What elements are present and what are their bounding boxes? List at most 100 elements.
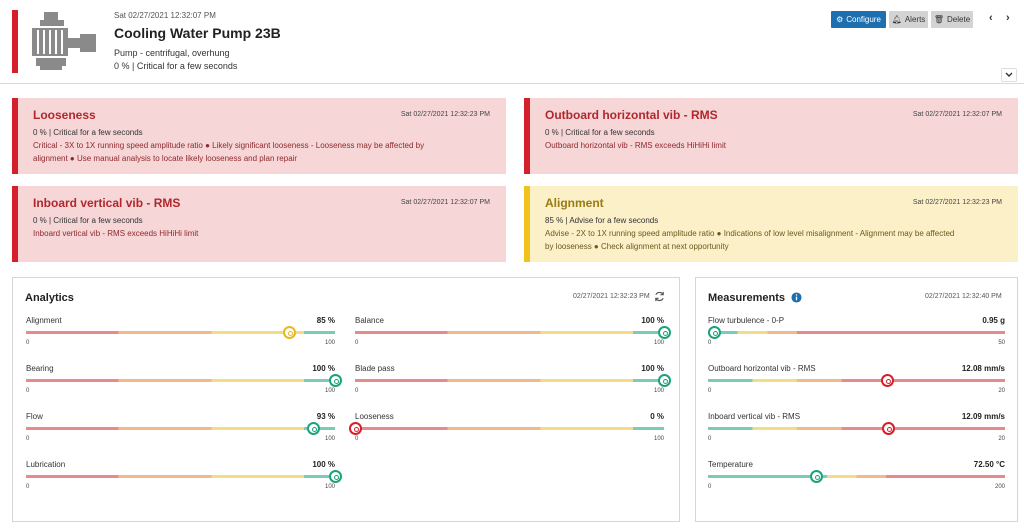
gauge-label: Blade pass xyxy=(355,364,395,373)
prev-asset-button[interactable]: ‹ xyxy=(989,12,993,24)
alert-detail: Advise - 2X to 1X running speed amplitud… xyxy=(545,229,955,238)
severity-bar xyxy=(12,10,18,73)
gauge-balance: Balance 100 % 0 100 xyxy=(355,316,671,352)
configure-label: Configure xyxy=(846,15,881,24)
gauge-max: 50 xyxy=(998,340,1005,346)
gauge-flow: Flow 93 % 0 100 xyxy=(26,412,335,448)
alert-detail: Inboard vertical vib - RMS exceeds HiHiH… xyxy=(33,229,199,238)
gauge-knob xyxy=(658,326,671,339)
gauge-min: 0 xyxy=(355,340,359,346)
gauge-label: Flow turbulence - 0-P xyxy=(708,316,785,325)
gauge-knob xyxy=(881,374,895,387)
configure-button[interactable]: ⚙ Configure xyxy=(831,11,886,28)
gauge-label: Temperature xyxy=(708,460,753,469)
gauge-knob xyxy=(809,470,823,483)
refresh-icon[interactable] xyxy=(654,291,665,302)
bell-icon: 🔔︎ xyxy=(891,15,902,24)
delete-label: Delete xyxy=(947,15,971,24)
alert-timestamp: Sat 02/27/2021 12:32:07 PM xyxy=(400,199,490,206)
alert-card-inboard-vib[interactable]: Inboard vertical vib - RMS Sat 02/27/202… xyxy=(12,186,506,262)
gauge-min: 0 xyxy=(26,484,30,490)
alert-status: 85 % | Advise for a few seconds xyxy=(545,216,659,225)
gauge-value: 100 % xyxy=(312,364,335,373)
alert-card-alignment[interactable]: Alignment Sat 02/27/2021 12:32:23 PM 85 … xyxy=(524,186,1018,262)
expand-header-button[interactable] xyxy=(1001,68,1017,82)
gauge-value: 72.50 °C xyxy=(973,460,1005,469)
gauge-max: 100 xyxy=(653,340,664,346)
gauge-label: Alignment xyxy=(26,316,62,325)
alert-timestamp: Sat 02/27/2021 12:32:07 PM xyxy=(912,111,1002,118)
gauge-label: Lubrication xyxy=(26,460,66,469)
gauge-track xyxy=(355,427,664,430)
alert-title: Inboard vertical vib - RMS xyxy=(33,196,181,210)
gauge-bearing: Bearing 100 % 0 100 xyxy=(26,364,342,400)
gauge-track xyxy=(355,379,664,382)
alert-title: Looseness xyxy=(33,108,96,122)
gauge-track xyxy=(708,475,1005,478)
gauge-max: 20 xyxy=(998,436,1005,442)
severity-stripe xyxy=(12,98,18,174)
delete-button[interactable]: 🗑︎ Delete xyxy=(931,11,973,28)
pump-icon xyxy=(32,12,96,70)
gauge-track xyxy=(26,379,335,382)
gauge-track xyxy=(26,427,335,430)
gauge-label: Bearing xyxy=(26,364,54,373)
alert-title: Outboard horizontal vib - RMS xyxy=(545,108,718,122)
gauge-temperature: Temperature 72.50 °C 0 200 xyxy=(708,460,1005,496)
gauge-value: 0.95 g xyxy=(982,316,1005,325)
gauge-track xyxy=(355,331,664,334)
gauge-max: 100 xyxy=(653,388,664,394)
gauge-min: 0 xyxy=(708,388,712,394)
gauge-track xyxy=(708,427,1005,430)
gauge-min: 0 xyxy=(708,436,712,442)
gauge-looseness: Looseness 0 % 0 100 xyxy=(349,412,664,448)
gauge-inboard-vertical-vib-rms: Inboard vertical vib - RMS 12.09 mm/s 0 20 xyxy=(708,412,1005,448)
severity-stripe xyxy=(524,186,530,262)
gauge-min: 0 xyxy=(708,340,712,346)
analytics-title: Analytics xyxy=(25,292,74,304)
asset-header: Sat 02/27/2021 12:32:07 PM Cooling Water… xyxy=(0,0,1024,84)
gauge-knob xyxy=(658,374,671,387)
alerts-button[interactable]: 🔔︎ Alerts xyxy=(889,11,928,28)
alert-detail: Critical - 3X to 1X running speed amplit… xyxy=(33,141,425,150)
measurements-timestamp: 02/27/2021 12:32:40 PM xyxy=(925,293,1002,300)
gauge-knob xyxy=(307,422,321,435)
gauge-min: 0 xyxy=(26,340,30,346)
gauge-label: Flow xyxy=(26,412,43,421)
gauge-knob xyxy=(349,422,362,435)
info-icon[interactable] xyxy=(791,292,802,303)
measurements-title: Measurements xyxy=(708,292,786,304)
gauge-value: 100 % xyxy=(641,364,664,373)
gauge-value: 100 % xyxy=(312,460,335,469)
gauge-blade-pass: Blade pass 100 % 0 100 xyxy=(355,364,671,400)
alerts-label: Alerts xyxy=(904,15,926,24)
gauge-knob xyxy=(707,326,721,339)
gauge-flow-turbulence-0-p: Flow turbulence - 0-P 0.95 g 0 50 xyxy=(707,316,1005,352)
gauge-knob xyxy=(329,470,342,483)
gauge-knob xyxy=(329,374,342,387)
next-asset-button[interactable]: › xyxy=(1006,12,1010,24)
gauge-min: 0 xyxy=(26,388,30,394)
gauge-min: 0 xyxy=(355,388,359,394)
alert-card-looseness[interactable]: Looseness Sat 02/27/2021 12:32:23 PM 0 %… xyxy=(12,98,506,174)
asset-status: 0 % | Critical for a few seconds xyxy=(114,61,238,71)
gauge-max: 100 xyxy=(324,388,335,394)
gauge-knob xyxy=(881,422,895,435)
gauge-track xyxy=(708,331,1005,334)
analytics-timestamp: 02/27/2021 12:32:23 PM xyxy=(573,293,650,300)
gauge-label: Outboard horizontal vib - RMS xyxy=(708,364,816,373)
gauge-alignment: Alignment 85 % 0 100 xyxy=(26,316,335,352)
gauge-track xyxy=(26,475,335,478)
gauge-lubrication: Lubrication 100 % 0 100 xyxy=(26,460,342,496)
alert-status: 0 % | Critical for a few seconds xyxy=(33,216,143,225)
gauge-value: 0 % xyxy=(650,412,664,421)
gear-icon: ⚙ xyxy=(836,15,844,24)
gauge-max: 100 xyxy=(324,436,335,442)
gauge-min: 0 xyxy=(26,436,30,442)
gauge-knob xyxy=(282,326,296,339)
gauge-max: 100 xyxy=(653,436,664,442)
gauge-max: 100 xyxy=(324,484,335,490)
severity-stripe xyxy=(12,186,18,262)
gauge-min: 0 xyxy=(708,484,712,490)
alert-card-outboard-vib[interactable]: Outboard horizontal vib - RMS Sat 02/27/… xyxy=(524,98,1018,174)
